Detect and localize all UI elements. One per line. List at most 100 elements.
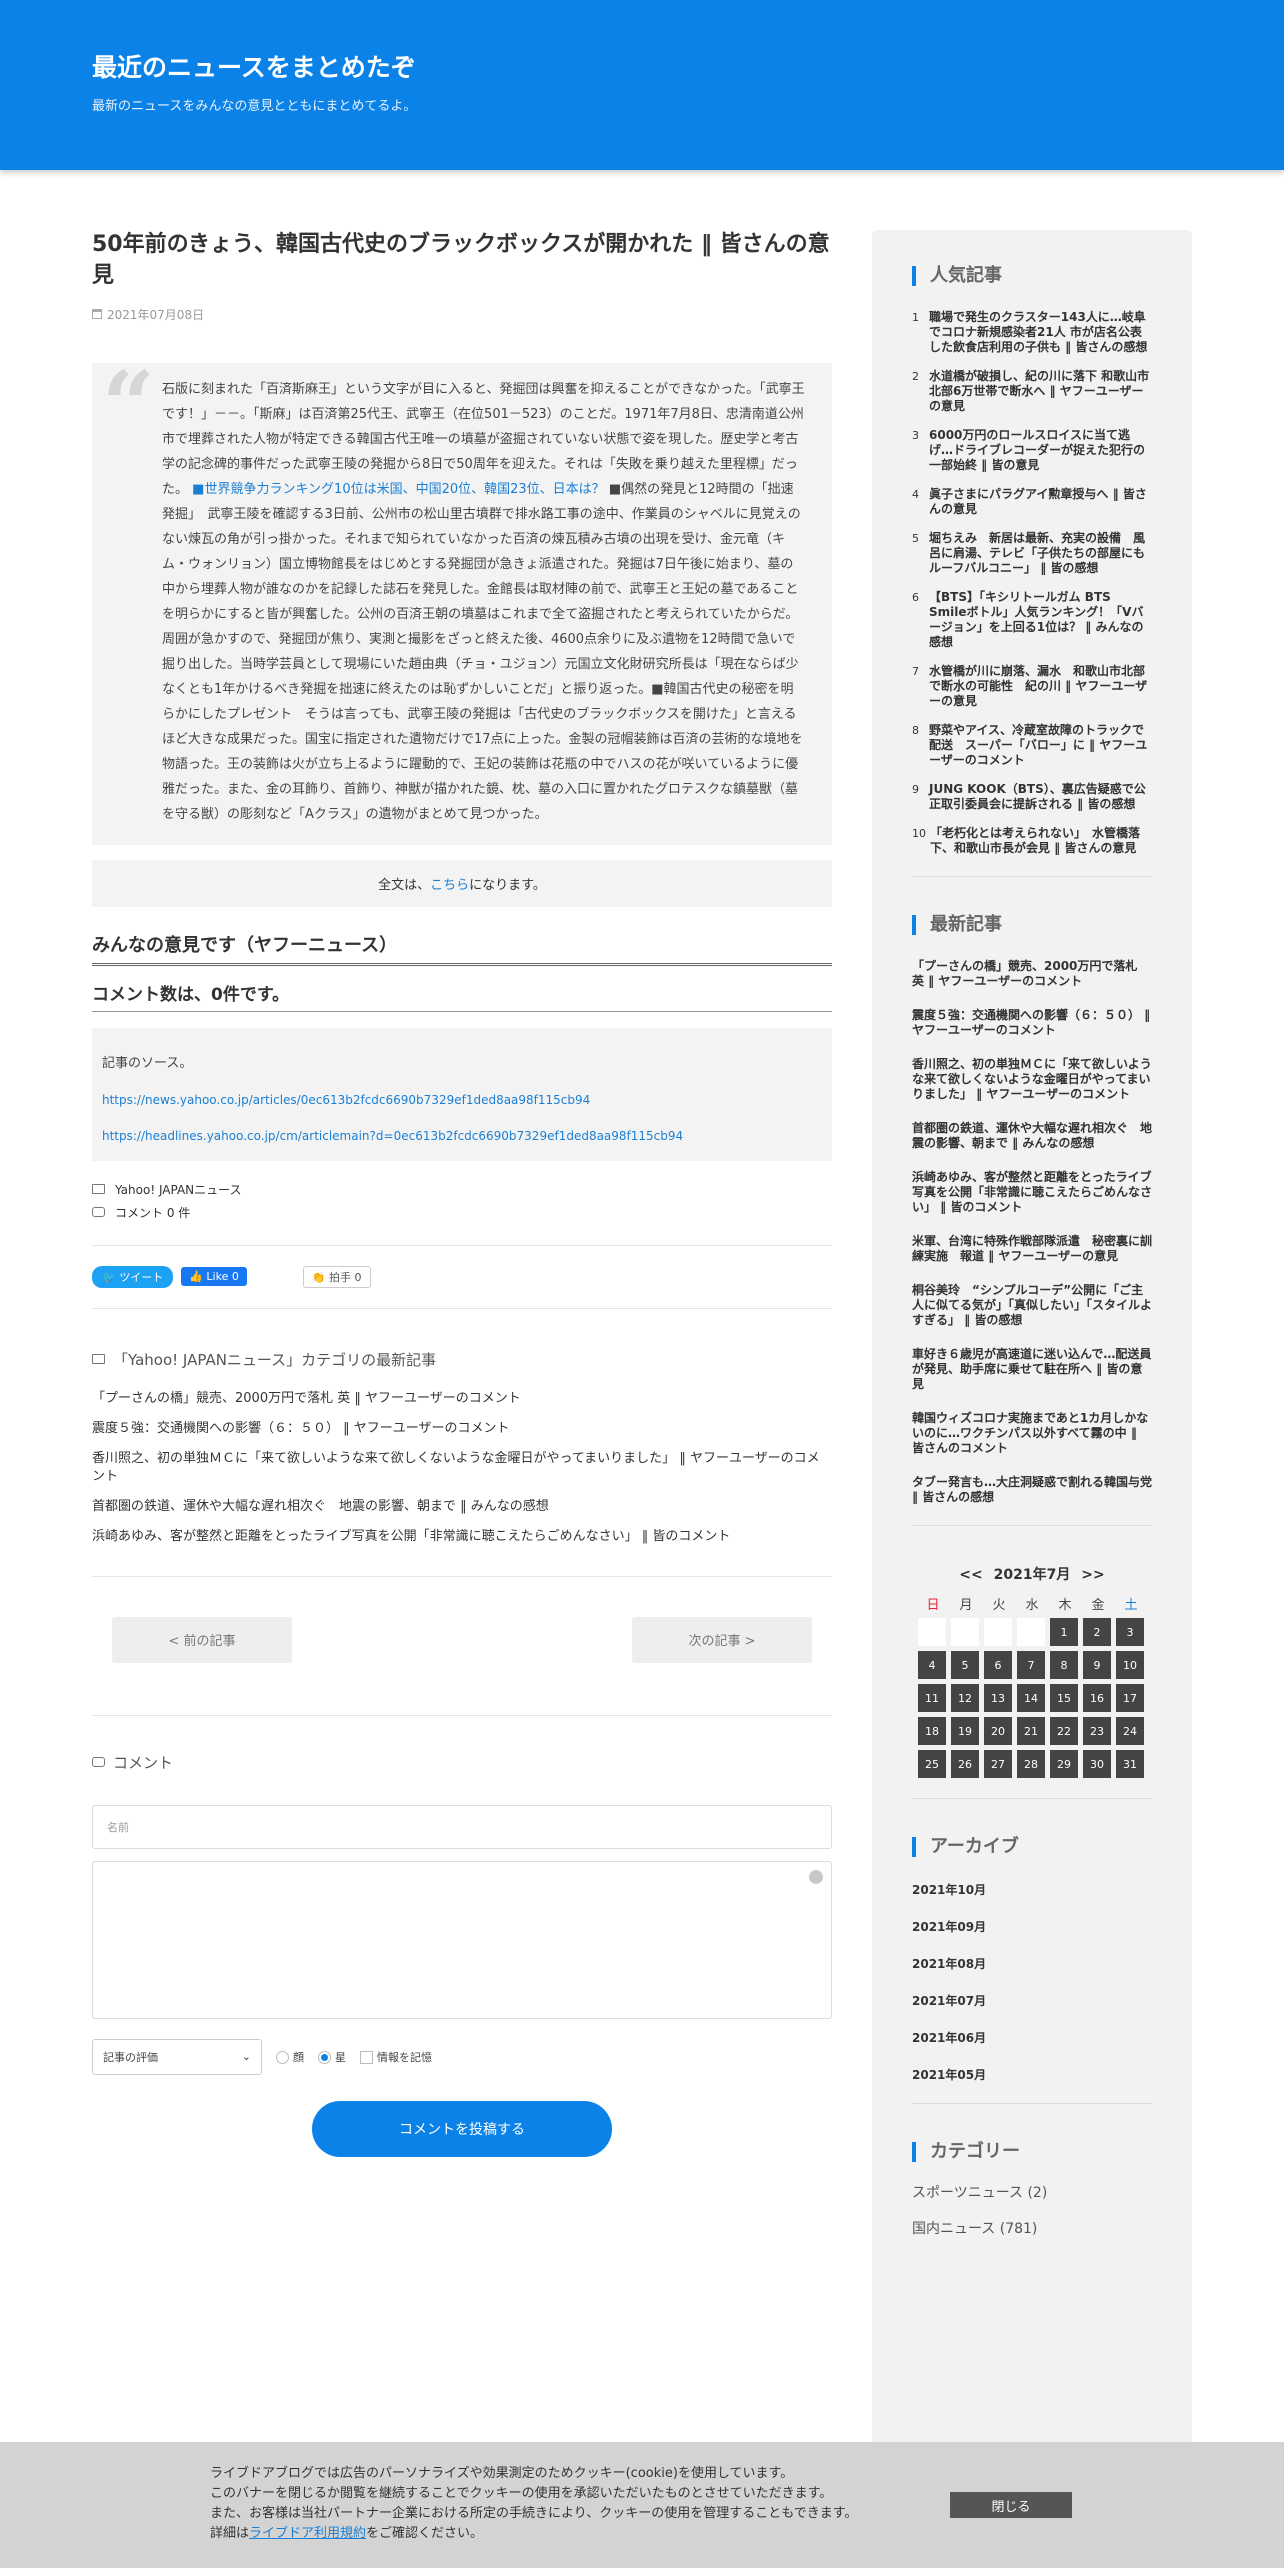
popular-title[interactable]: JUNG KOOK（BTS）、裏広告疑惑で公正取引委員会に提訴される ‖ 皆の感… [929, 782, 1152, 812]
calendar-day[interactable]: 11 [918, 1684, 946, 1712]
calendar-day[interactable]: 26 [951, 1750, 979, 1778]
list-item[interactable]: 10 「老朽化とは考えられない」 水管橋落下、和歌山市長が会見 ‖ 皆さんの意見 [912, 826, 1152, 856]
calendar-day[interactable]: 2 [1083, 1618, 1111, 1646]
radio-star[interactable]: 星 [318, 2049, 346, 2065]
list-item[interactable]: 震度５強：交通機関への影響（６：５０） ‖ ヤフーユーザーのコメント [92, 1420, 832, 1438]
calendar-day[interactable]: 22 [1050, 1717, 1078, 1745]
list-item[interactable]: 「プーさんの橋」競売、2000万円で落札 英 ‖ ヤフーユーザーのコメント [912, 959, 1152, 989]
comment-textarea[interactable] [92, 1860, 832, 2019]
calendar-day[interactable]: 14 [1017, 1684, 1045, 1712]
popular-title[interactable]: 6000万円のロールスロイスに当て逃げ…ドライブレコーダーが捉えた犯行の一部始終… [929, 428, 1152, 473]
calendar-day[interactable]: 7 [1017, 1651, 1045, 1679]
list-item[interactable]: 6 【BTS】「キシリトールガム BTS Smileボトル」人気ランキング！「Vバ… [912, 590, 1152, 650]
list-item[interactable]: 浜崎あゆみ、客が整然と距離をとったライブ写真を公開「非常識に聴こえたらごめんなさ… [92, 1528, 832, 1546]
emoji-icon[interactable] [809, 1869, 823, 1884]
calendar-day[interactable]: 8 [1050, 1651, 1078, 1679]
calendar-next-link[interactable]: >> [1081, 1567, 1104, 1583]
list-item[interactable]: 9 JUNG KOOK（BTS）、裏広告疑惑で公正取引委員会に提訴される ‖ 皆の… [912, 782, 1152, 812]
calendar-day[interactable]: 5 [951, 1651, 979, 1679]
list-item[interactable]: 4 眞子さまにパラグアイ勲章授与へ ‖ 皆さんの意見 [912, 487, 1152, 517]
popular-title[interactable]: 眞子さまにパラグアイ勲章授与へ ‖ 皆さんの意見 [929, 487, 1152, 517]
calendar-day[interactable]: 1 [1050, 1618, 1078, 1646]
calendar-day[interactable]: 6 [984, 1651, 1012, 1679]
list-item[interactable]: 震度５強：交通機関への影響（６：５０） ‖ ヤフーユーザーのコメント [912, 1008, 1152, 1038]
list-item[interactable]: 2021年08月 [912, 1955, 1152, 1972]
post-comment-link[interactable]: コメント 0 件 [115, 1204, 190, 1221]
calendar-day[interactable]: 21 [1017, 1717, 1045, 1745]
rating-select[interactable]: 記事の評価 ⌄ [92, 2038, 262, 2075]
list-item[interactable]: 1 職場で発生のクラスター143人に…岐阜でコロナ新規感染者21人 市が店名公表し… [912, 310, 1152, 355]
list-item[interactable]: 2 水道橋が破損し、紀の川に落下 和歌山市北部6万世帯で断水へ ‖ ヤフーユーザー… [912, 369, 1152, 414]
calendar-day[interactable]: 16 [1083, 1684, 1111, 1712]
list-item[interactable]: 3 6000万円のロールスロイスに当て逃げ…ドライブレコーダーが捉えた犯行の一部始… [912, 428, 1152, 473]
list-item[interactable]: 香川照之、初の単独ＭＣに「来て欲しいような来て欲しくないような金曜日がやってまい… [92, 1450, 832, 1486]
site-title[interactable]: 最近のニュースをまとめたぞ [92, 48, 416, 84]
list-item[interactable]: 2021年09月 [912, 1918, 1152, 1935]
radio-face-control[interactable] [276, 2051, 289, 2065]
post-category-link[interactable]: Yahoo! JAPANニュース [115, 1181, 242, 1198]
popular-title[interactable]: 水道橋が破損し、紀の川に落下 和歌山市北部6万世帯で断水へ ‖ ヤフーユーザーの… [929, 369, 1152, 414]
list-item[interactable]: タブー発言も…大庄洞疑惑で割れる韓国与党 ‖ 皆さんの感想 [912, 1475, 1152, 1505]
list-item[interactable]: 車好き６歳児が高速道に迷い込んで…配送員が発見、助手席に乗せて駐在所へ ‖ 皆の… [912, 1347, 1152, 1392]
calendar-day[interactable]: 29 [1050, 1750, 1078, 1778]
list-item[interactable]: 韓国ウィズコロナ実施まであと1カ月しかないのに…ワクチンパス以外すべて霧の中 ‖… [912, 1411, 1152, 1456]
tweet-button[interactable]: 🐦 ツイート [92, 1265, 174, 1288]
source-link-2[interactable]: https://headlines.yahoo.co.jp/cm/article… [102, 1129, 822, 1143]
next-post-button[interactable]: 次の記事 > [632, 1616, 812, 1663]
calendar-day[interactable]: 17 [1116, 1684, 1144, 1712]
calendar-day[interactable]: 27 [984, 1750, 1012, 1778]
source-link-1[interactable]: https://news.yahoo.co.jp/articles/0ec613… [102, 1093, 822, 1107]
popular-title[interactable]: 水管橋が川に崩落、漏水 和歌山市北部で断水の可能性 紀の川 ‖ ヤフーユーザーの… [929, 664, 1152, 709]
list-item[interactable]: 米軍、台湾に特殊作戦部隊派遣 秘密裏に訓練実施 報道 ‖ ヤフーユーザーの意見 [912, 1234, 1152, 1264]
list-item[interactable]: 2021年07月 [912, 1992, 1152, 2009]
calendar-day[interactable]: 24 [1116, 1717, 1144, 1745]
calendar-day[interactable]: 4 [918, 1651, 946, 1679]
popular-title[interactable]: 野菜やアイス、冷蔵室故障のトラックで配送 スーパー「バロー」に ‖ ヤフーユーザ… [929, 723, 1152, 768]
remember-checkbox-control[interactable] [360, 2051, 373, 2065]
calendar-day[interactable]: 31 [1116, 1750, 1144, 1778]
quote-inline-link[interactable]: ■世界競争力ランキング10位は米国、中国20位、韓国23位、日本は？ [192, 482, 605, 497]
popular-title[interactable]: 「老朽化とは考えられない」 水管橋落下、和歌山市長が会見 ‖ 皆さんの意見 [930, 826, 1152, 856]
terms-link[interactable]: ライブドア利用規約 [249, 2526, 366, 2541]
calendar-day[interactable]: 28 [1017, 1750, 1045, 1778]
calendar-day[interactable]: 10 [1116, 1651, 1144, 1679]
calendar-prev-link[interactable]: << [959, 1567, 982, 1583]
list-item[interactable]: 8 野菜やアイス、冷蔵室故障のトラックで配送 スーパー「バロー」に ‖ ヤフーユー… [912, 723, 1152, 768]
list-item[interactable]: 桐谷美玲 “シンプルコーデ”公開に「ご主人に似てる気が」「真似したい」「スタイル… [912, 1283, 1152, 1328]
calendar-day[interactable]: 3 [1116, 1618, 1144, 1646]
list-item[interactable]: 浜崎あゆみ、客が整然と距離をとったライブ写真を公開「非常識に聴こえたらごめんなさ… [912, 1170, 1152, 1215]
popular-title[interactable]: 堀ちえみ 新居は最新、充実の設備 風呂に肩湯、テレビ「子供たちの部屋にもルーフバ… [929, 531, 1152, 576]
calendar-day[interactable]: 9 [1083, 1651, 1111, 1679]
calendar-day[interactable]: 23 [1083, 1717, 1111, 1745]
list-item[interactable]: 7 水管橋が川に崩落、漏水 和歌山市北部で断水の可能性 紀の川 ‖ ヤフーユーザー… [912, 664, 1152, 709]
name-field[interactable]: 名前 [92, 1804, 832, 1849]
calendar-day[interactable]: 18 [918, 1717, 946, 1745]
list-item[interactable]: 首都圏の鉄道、運休や大幅な遅れ相次ぐ 地震の影響、朝まで ‖ みんなの感想 [92, 1498, 832, 1516]
calendar-day[interactable]: 19 [951, 1717, 979, 1745]
popular-title[interactable]: 【BTS】「キシリトールガム BTS Smileボトル」人気ランキング！「Vバー… [929, 590, 1152, 650]
list-item[interactable]: 2021年06月 [912, 2029, 1152, 2046]
cookie-close-button[interactable]: 閉じる [950, 2492, 1072, 2518]
list-item[interactable]: 2021年10月 [912, 1881, 1152, 1898]
facebook-like-button[interactable]: 👍 Like 0 [181, 1267, 247, 1287]
list-item[interactable]: スポーツニュース (2) [912, 2182, 1152, 2202]
calendar-day[interactable]: 13 [984, 1684, 1012, 1712]
calendar-day[interactable]: 12 [951, 1684, 979, 1712]
list-item[interactable]: 香川照之、初の単独ＭＣに「来て欲しいような来て欲しくないような金曜日がやってまい… [912, 1057, 1152, 1102]
list-item[interactable]: 「プーさんの橋」競売、2000万円で落札 英 ‖ ヤフーユーザーのコメント [92, 1390, 832, 1408]
clap-button[interactable]: 👏 拍手 0 [302, 1265, 371, 1288]
calendar-day[interactable]: 30 [1083, 1750, 1111, 1778]
list-item[interactable]: 5 堀ちえみ 新居は最新、充実の設備 風呂に肩湯、テレビ「子供たちの部屋にもルーフ… [912, 531, 1152, 576]
list-item[interactable]: 2021年05月 [912, 2066, 1152, 2083]
list-item[interactable]: 国内ニュース (781) [912, 2218, 1152, 2238]
fulltext-link[interactable]: こちら [430, 878, 469, 893]
radio-face[interactable]: 顔 [276, 2049, 304, 2065]
popular-title[interactable]: 職場で発生のクラスター143人に…岐阜でコロナ新規感染者21人 市が店名公表した… [929, 310, 1152, 355]
list-item[interactable]: 首都圏の鉄道、運休や大幅な遅れ相次ぐ 地震の影響、朝まで ‖ みんなの感想 [912, 1121, 1152, 1151]
calendar-day[interactable]: 15 [1050, 1684, 1078, 1712]
calendar-day[interactable]: 20 [984, 1717, 1012, 1745]
submit-comment-button[interactable]: コメントを投稿する [312, 2100, 612, 2157]
prev-post-button[interactable]: < 前の記事 [112, 1616, 292, 1663]
remember-checkbox[interactable]: 情報を記憶 [360, 2049, 432, 2065]
calendar-day[interactable]: 25 [918, 1750, 946, 1778]
